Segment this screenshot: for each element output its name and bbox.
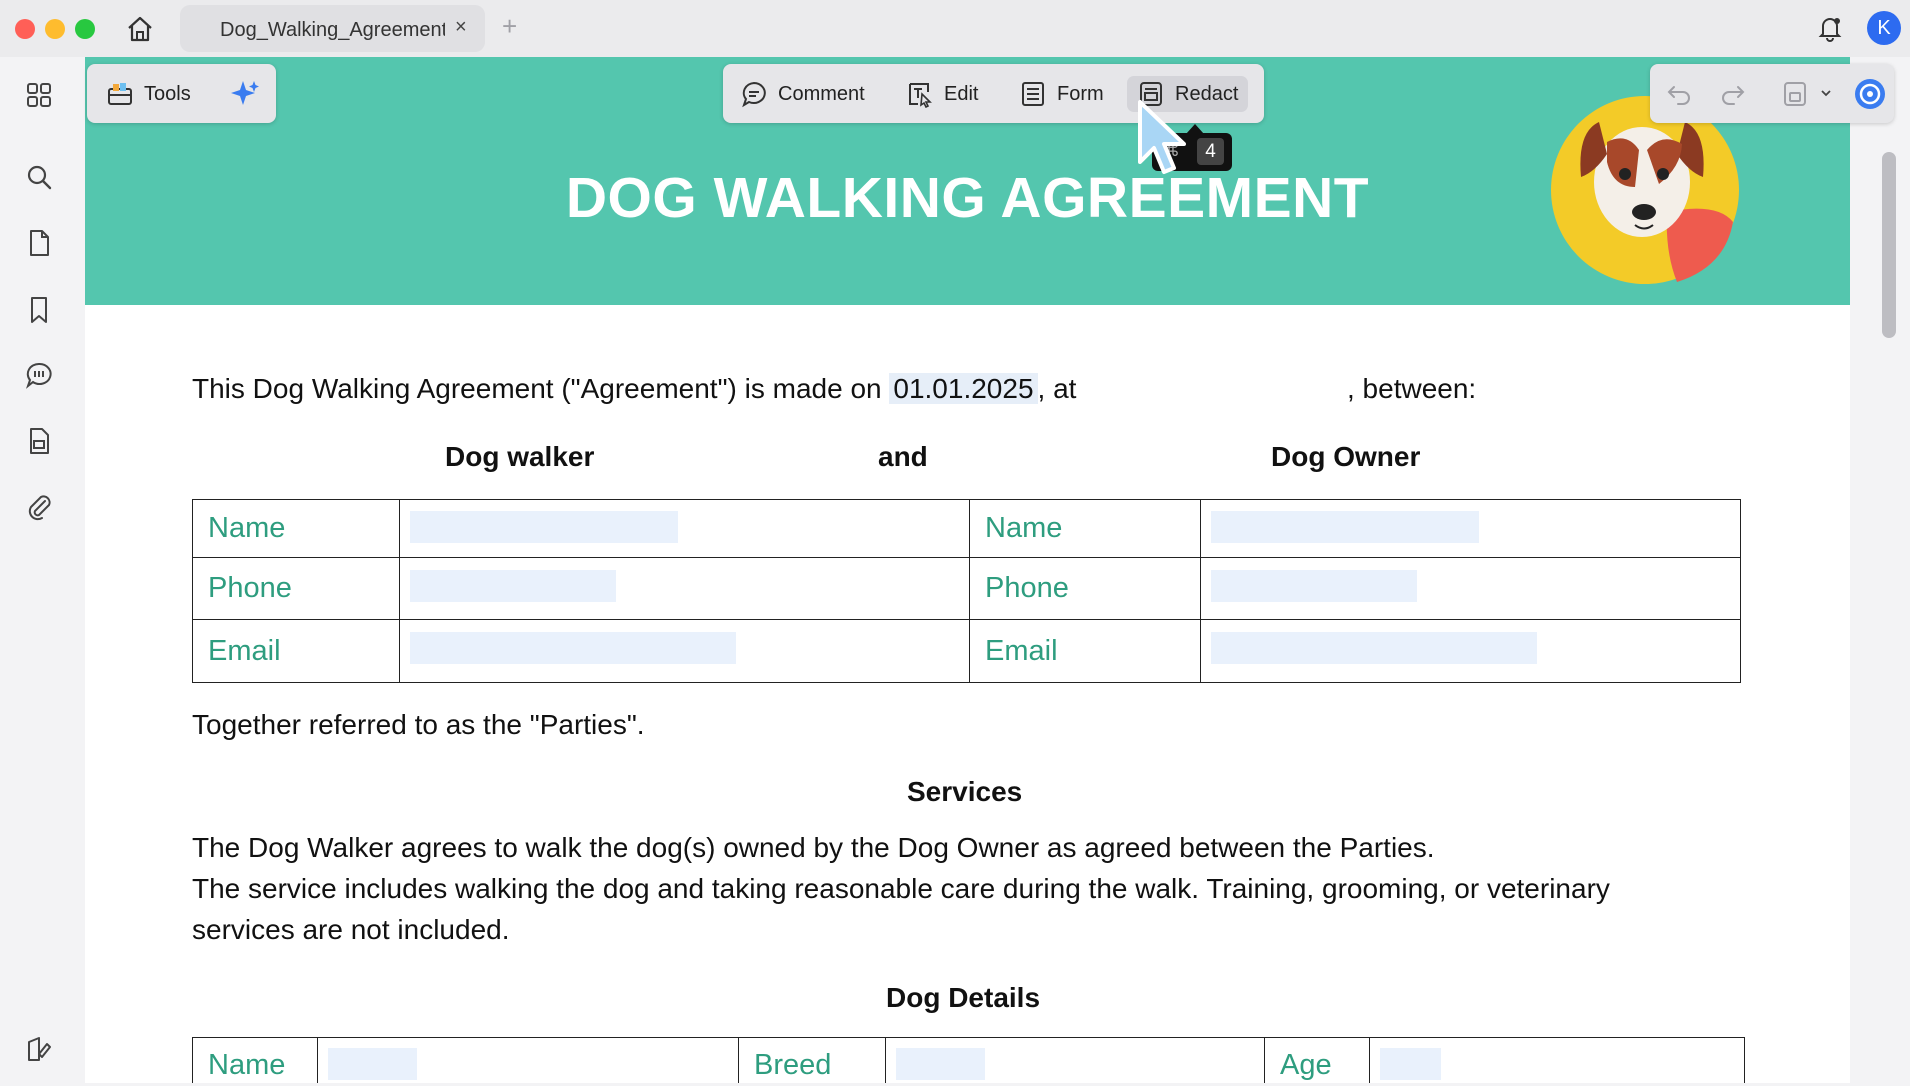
edit-icon [909, 83, 932, 108]
table-row: Phone Phone [192, 557, 1741, 620]
walker-phone-input[interactable] [410, 570, 616, 602]
dog-breed-cell [885, 1037, 1265, 1083]
intro-at-text: , at [1037, 373, 1077, 404]
services-line-3: services are not included. [192, 914, 510, 945]
dog-age-input[interactable] [1380, 1048, 1441, 1080]
page-icon[interactable] [23, 227, 55, 259]
bell-icon[interactable] [1816, 14, 1844, 42]
tab-title: Dog_Walking_Agreement [220, 19, 445, 41]
walker-name-input[interactable] [410, 511, 678, 543]
walker-name-label: Name [192, 499, 400, 558]
title-bar: Dog_Walking_Agreement × + K [0, 0, 1910, 57]
dog-breed-input[interactable] [896, 1048, 985, 1080]
history-toolbar [1650, 64, 1894, 123]
dog-name-input[interactable] [328, 1048, 417, 1080]
owner-name-cell [1200, 499, 1741, 558]
form-label: Form [1057, 82, 1104, 105]
tooltip-key: 4 [1197, 138, 1224, 165]
minimize-window-button[interactable] [45, 19, 65, 39]
walker-email-label: Email [192, 619, 400, 683]
walker-phone-cell [399, 557, 970, 620]
owner-name-label: Name [969, 499, 1201, 558]
close-window-button[interactable] [15, 19, 35, 39]
walker-email-input[interactable] [410, 632, 736, 664]
dog-age-cell [1369, 1037, 1745, 1083]
intro-text: This Dog Walking Agreement ("Agreement")… [192, 373, 890, 404]
party-and-heading: and [878, 441, 928, 472]
walker-email-cell [399, 619, 970, 683]
dog-details-heading: Dog Details [886, 982, 1041, 1013]
grid-icon[interactable] [23, 79, 55, 111]
dog-name-label: Name [192, 1037, 318, 1083]
dog-breed-label: Breed [738, 1037, 886, 1083]
home-icon[interactable] [124, 13, 156, 45]
services-line-2: The service includes walking the dog and… [192, 873, 1610, 904]
left-sidebar [0, 57, 78, 1086]
party-walker-heading: Dog walker [445, 441, 595, 472]
document-page: DOG WALKING AGREEMENT This Dog Walking A… [85, 57, 1850, 1083]
undo-icon[interactable] [1664, 79, 1694, 109]
owner-email-label: Email [969, 619, 1201, 683]
form-icon [1022, 82, 1044, 106]
comment-icon[interactable] [23, 359, 55, 391]
tools-toolbar: Tools [87, 64, 276, 123]
edit-mode-button[interactable]: Edit [906, 76, 978, 112]
dog-details-table: Name Breed Age [192, 1037, 1745, 1083]
owner-name-input[interactable] [1211, 511, 1479, 543]
comment-icon [742, 81, 766, 108]
vertical-scrollbar[interactable] [1882, 152, 1896, 338]
tools-label: Tools [144, 82, 191, 105]
comment-label: Comment [778, 82, 865, 105]
agreement-date-field[interactable]: 01.01.2025 [889, 373, 1038, 404]
form-mode-button[interactable]: Form [1019, 76, 1104, 112]
sign-icon[interactable] [23, 1034, 55, 1066]
dog-age-label: Age [1264, 1037, 1370, 1083]
intro-between-text: , between: [1347, 373, 1477, 404]
services-heading: Services [907, 776, 1023, 807]
services-line-1: The Dog Walker agrees to walk the dog(s)… [192, 832, 1435, 863]
tab-close-button[interactable]: × [455, 16, 467, 39]
table-row: Email Email [192, 619, 1741, 683]
owner-email-input[interactable] [1211, 632, 1537, 664]
redo-icon[interactable] [1718, 79, 1748, 109]
bookmark-icon[interactable] [23, 294, 55, 326]
walker-name-cell [399, 499, 970, 558]
ai-sparkle-icon[interactable] [229, 78, 261, 110]
toolbox-icon [108, 83, 132, 105]
search-icon[interactable] [23, 161, 55, 193]
scrollbar-gutter [1851, 57, 1910, 1086]
new-tab-button[interactable]: + [502, 11, 517, 42]
user-avatar[interactable]: K [1867, 11, 1901, 45]
comment-mode-button[interactable]: Comment [740, 76, 865, 112]
mouse-cursor-icon [1138, 100, 1186, 174]
stamp-icon[interactable] [23, 425, 55, 457]
dog-name-cell [317, 1037, 739, 1083]
table-row: Name Name [192, 499, 1741, 558]
party-owner-heading: Dog Owner [1271, 441, 1421, 472]
together-text: Together referred to as the "Parties". [192, 709, 645, 740]
table-row: Name Breed Age [192, 1037, 1745, 1083]
document-tab[interactable]: Dog_Walking_Agreement × [180, 5, 485, 52]
chevron-down-icon[interactable] [1819, 86, 1833, 100]
owner-phone-cell [1200, 557, 1741, 620]
owner-phone-input[interactable] [1211, 570, 1417, 602]
parties-table: Name Name Phone Phone Email Email [192, 499, 1741, 683]
save-icon[interactable] [1780, 79, 1810, 109]
ai-assistant-icon[interactable] [1853, 77, 1887, 111]
zoom-window-button[interactable] [75, 19, 95, 39]
walker-phone-label: Phone [192, 557, 400, 620]
intro-paragraph: This Dog Walking Agreement ("Agreement")… [192, 373, 1076, 405]
tools-button[interactable]: Tools [106, 76, 191, 112]
owner-email-cell [1200, 619, 1741, 683]
edit-label: Edit [944, 82, 979, 105]
attachment-icon[interactable] [23, 491, 55, 523]
owner-phone-label: Phone [969, 557, 1201, 620]
